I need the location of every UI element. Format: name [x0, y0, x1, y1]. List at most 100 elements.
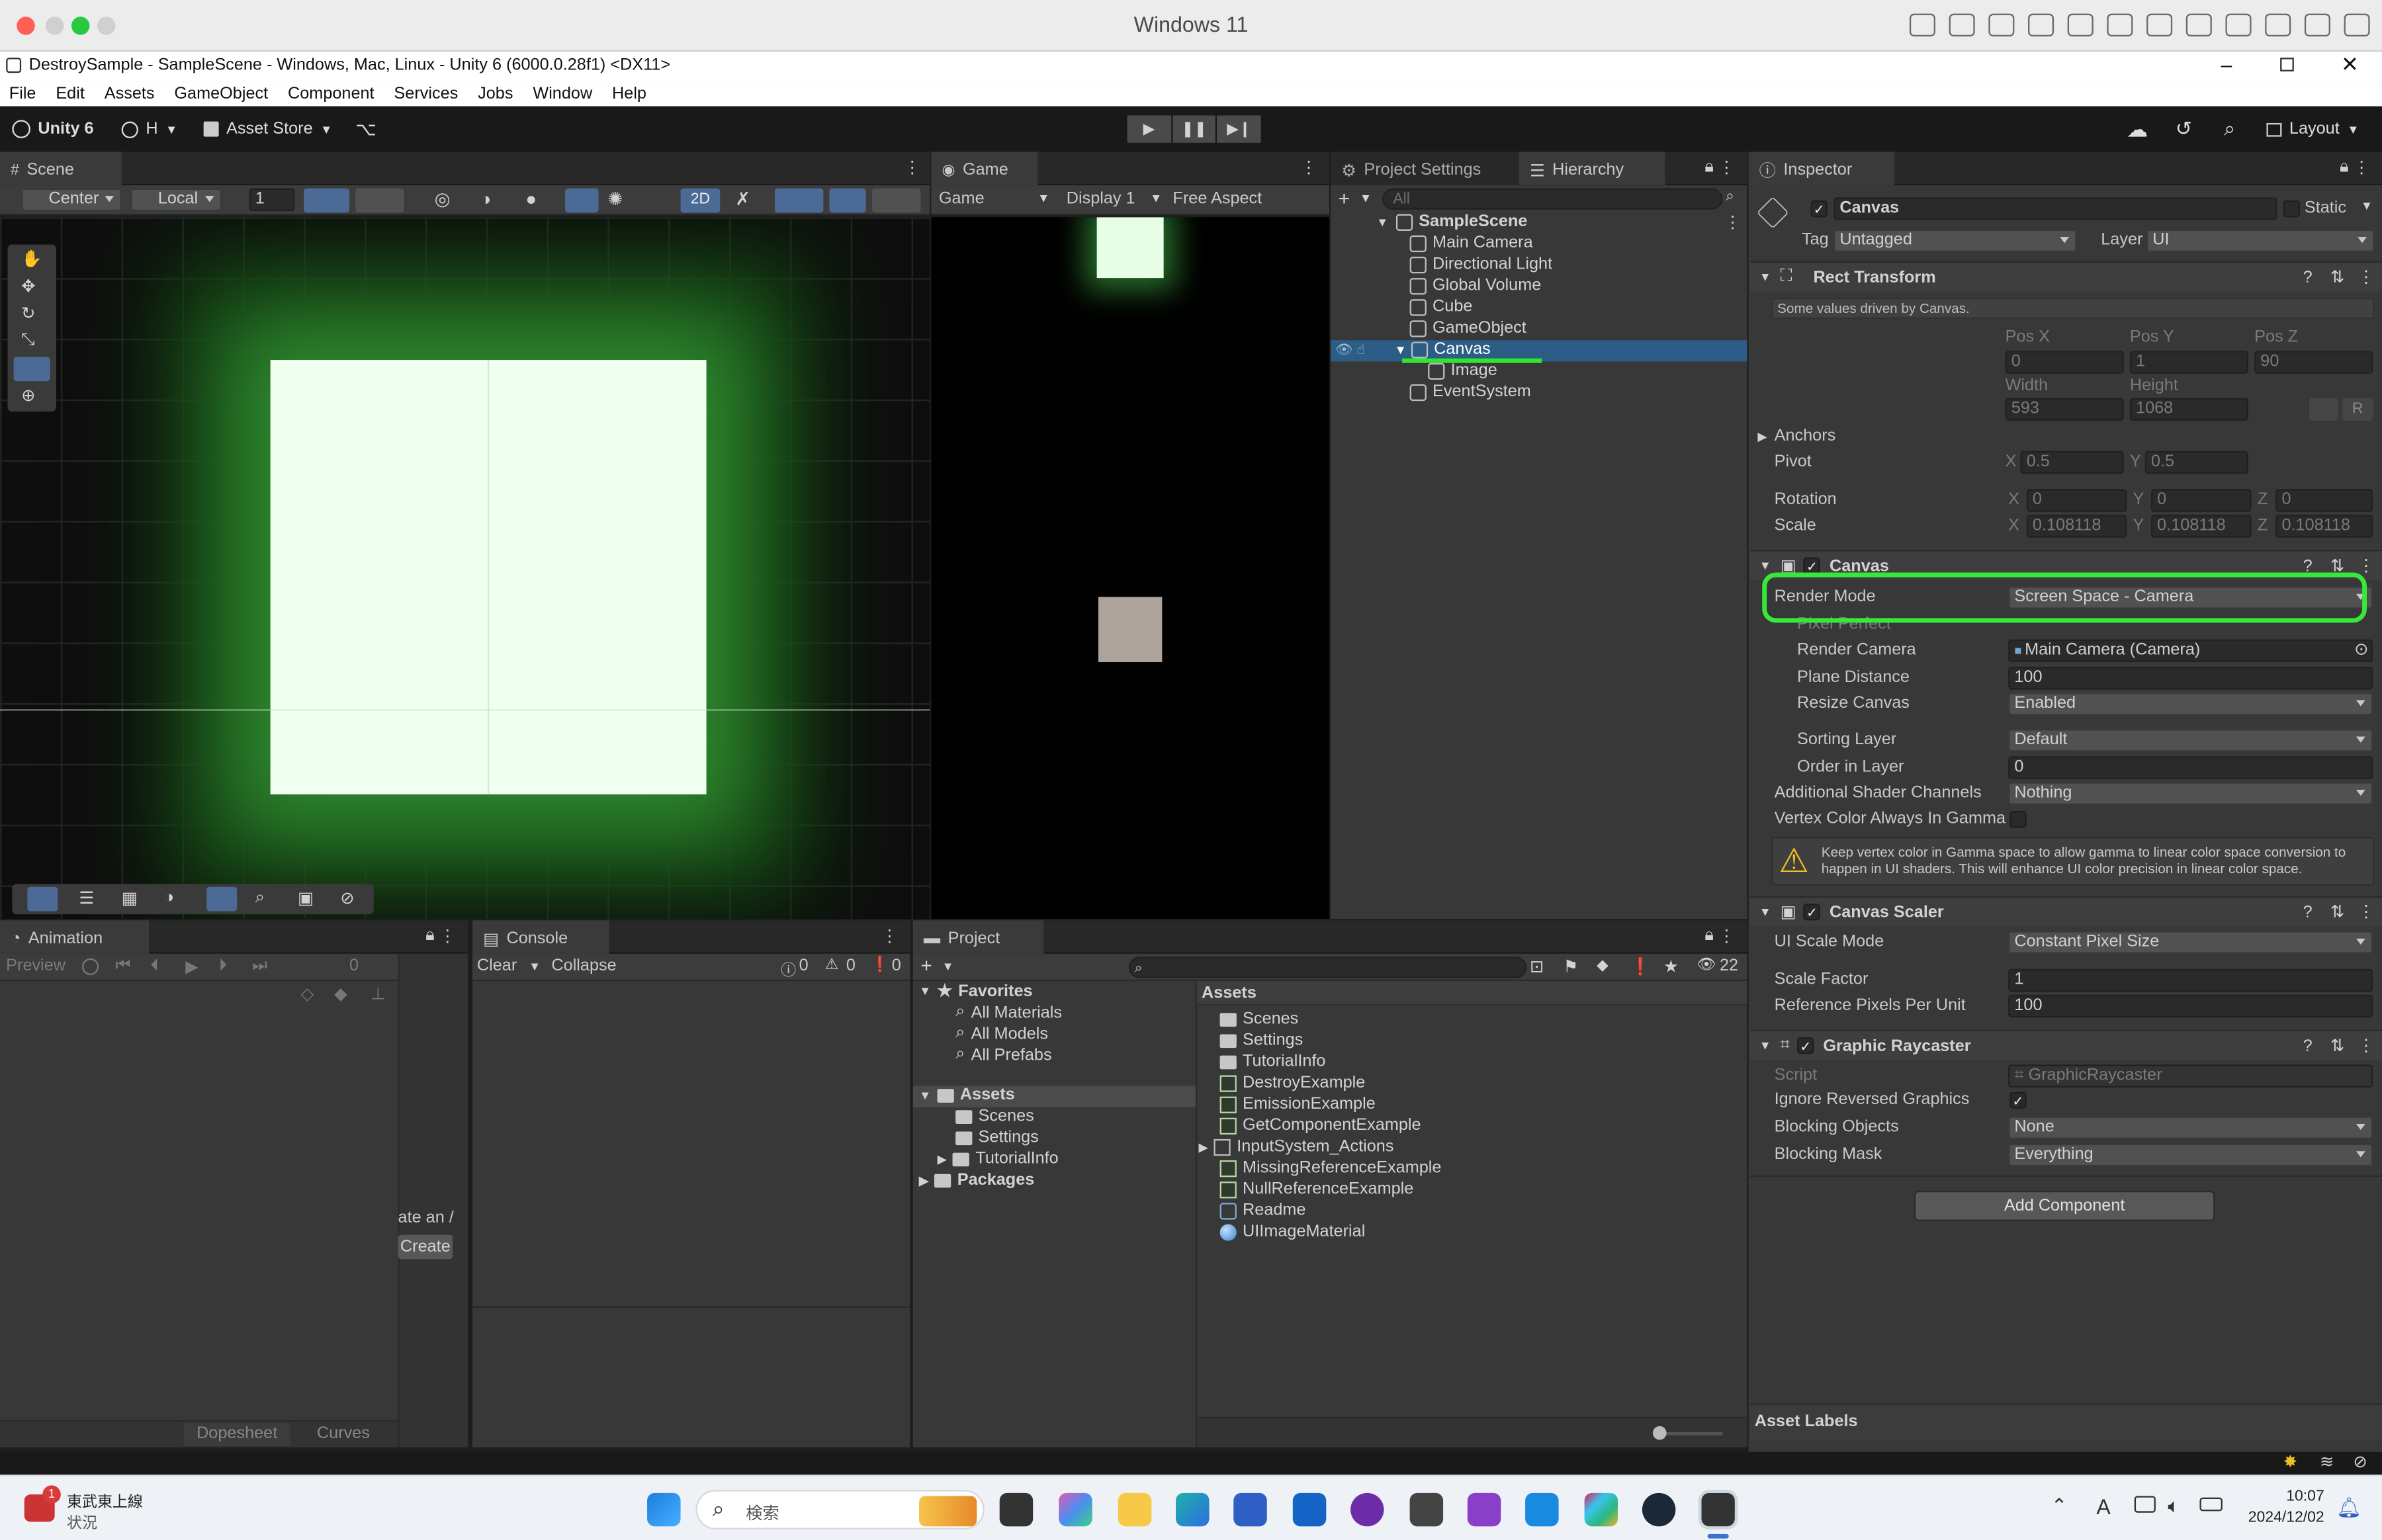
blueprint-button[interactable] — [2309, 398, 2338, 421]
tab-scene[interactable]: # Scene — [0, 151, 122, 186]
favorite-all-prefabs[interactable]: ⌕ All Prefabs — [955, 1045, 1052, 1065]
kebab-menu-icon[interactable]: ⋮ — [2353, 158, 2369, 178]
menu-component[interactable]: Component — [288, 85, 375, 104]
add-keyframe-icon[interactable]: ◇ — [301, 984, 314, 1004]
widget-title[interactable]: 東武東上線 — [67, 1488, 143, 1511]
tab-game[interactable]: ◉ Game — [931, 151, 1038, 186]
assets-folder-tutorialinfo[interactable]: ▶ TutorialInfo — [938, 1150, 1059, 1168]
lighting-toggle-icon[interactable]: ✗ — [735, 189, 750, 210]
hierarchy-item-eventsystem[interactable]: EventSystem — [1409, 383, 1531, 401]
hierarchy-item-global-volume[interactable]: Global Volume — [1409, 277, 1541, 294]
menu-gameobject[interactable]: GameObject — [174, 85, 268, 104]
file-explorer-icon[interactable] — [1118, 1492, 1152, 1527]
usb-icon[interactable] — [1988, 13, 2015, 37]
warning-count-icon[interactable]: ⚠ — [825, 957, 839, 973]
back-icon[interactable] — [2304, 13, 2330, 37]
assets-folder-settings[interactable]: Settings — [955, 1129, 1039, 1146]
step-button[interactable]: ▶❙ — [1217, 115, 1261, 143]
shader-channels-dropdown[interactable]: Nothing — [2008, 782, 2373, 805]
scale-tool-icon[interactable]: ⤡ — [21, 331, 34, 351]
ui-scale-mode-dropdown[interactable]: Constant Pixel Size — [2008, 931, 2373, 954]
favorite-icon[interactable]: ★ — [1663, 957, 1679, 977]
vscode-icon[interactable] — [1525, 1492, 1559, 1527]
space-dropdown[interactable]: Local — [130, 188, 222, 212]
hierarchy-item-cube[interactable]: Cube — [1409, 298, 1472, 316]
transform-tool-icon[interactable]: ⊕ — [21, 386, 35, 406]
info-count-icon[interactable]: ⓘ — [781, 957, 796, 980]
minimize-icon[interactable]: – — [2221, 53, 2232, 75]
hand-tool-icon[interactable]: ✋ — [21, 249, 42, 269]
audio-toggle[interactable] — [774, 188, 824, 213]
network-icon[interactable] — [2134, 1496, 2156, 1513]
menu-help[interactable]: Help — [612, 85, 646, 104]
unity-editor-taskbar-icon[interactable] — [1698, 1490, 1738, 1529]
kebab-menu-icon[interactable]: ⋮ — [904, 158, 920, 178]
presets-icon[interactable]: ⇅ — [2330, 902, 2344, 922]
close-icon[interactable]: ✕ — [2341, 52, 2359, 77]
menu-services[interactable]: Services — [394, 85, 458, 104]
store-icon[interactable] — [1233, 1492, 1267, 1527]
progress-icon[interactable]: ✸ — [2283, 1452, 2297, 1472]
tab-animation[interactable]: ◔ Animation — [0, 920, 149, 954]
ignore-reversed-checkbox[interactable]: ✓ — [2009, 1091, 2027, 1109]
asset-destroyexample[interactable]: DestroyExample — [1219, 1074, 1365, 1092]
packages-node[interactable]: ▶ Packages — [919, 1171, 1034, 1189]
display-dropdown[interactable]: Display 1 — [1067, 190, 1135, 208]
game-viewport[interactable] — [931, 217, 1329, 920]
chevron-right-icon[interactable]: ▶ — [1757, 430, 1767, 444]
project-search-input[interactable]: ⌕ — [1128, 957, 1527, 978]
tab-project-settings[interactable]: ⚙ Project Settings — [1331, 151, 1519, 186]
asset-settings[interactable]: Settings — [1219, 1031, 1303, 1049]
clock-time[interactable]: 10:07 — [2252, 1488, 2324, 1505]
printer-icon[interactable] — [2185, 13, 2212, 37]
notification-bell-icon[interactable]: 🔔︎ — [2336, 1496, 2361, 1520]
hierarchy-item-directional-light[interactable]: Directional Light — [1409, 255, 1552, 273]
slack-icon[interactable] — [1584, 1492, 1618, 1527]
asset-readme[interactable]: Readme — [1219, 1201, 1306, 1220]
object-picker-icon[interactable]: ⊙ — [2354, 641, 2368, 661]
asset-labels-bar[interactable]: Asset Labels — [1749, 1403, 2382, 1440]
search-by-type-icon[interactable]: ⊡ — [1530, 957, 1544, 977]
mic-icon[interactable] — [2146, 13, 2173, 37]
presets-icon[interactable]: ⇅ — [2330, 1036, 2344, 1056]
asset-getcomponentexample[interactable]: GetComponentExample — [1219, 1116, 1421, 1134]
scaler-enabled-checkbox[interactable]: ✓ — [1803, 904, 1821, 921]
component-menu-icon[interactable]: ⋮ — [2358, 267, 2374, 287]
plane-distance-input[interactable]: 100 — [2008, 666, 2373, 690]
chevron-down-icon[interactable]: ▼ — [2361, 199, 2373, 213]
hidden-packages-icon[interactable]: 👁︎ — [1697, 957, 1716, 973]
asset-missingreferenceexample[interactable]: MissingReferenceExample — [1219, 1159, 1441, 1177]
pause-button[interactable]: ❚❚ — [1172, 115, 1216, 143]
tab-hierarchy[interactable]: ☰ Hierarchy — [1519, 151, 1665, 186]
overlay-camera-icon[interactable]: ▣ — [298, 888, 314, 908]
asset-scenes[interactable]: Scenes — [1219, 1010, 1298, 1028]
ok-status-icon[interactable]: ⊘ — [2353, 1452, 2367, 1472]
tag-dropdown[interactable]: Untagged — [1833, 229, 2077, 253]
kebab-menu-icon[interactable]: ⋮ — [1718, 926, 1735, 947]
raw-edit-button[interactable]: R — [2342, 398, 2373, 421]
lock-icon[interactable]: 🔒︎ — [1704, 158, 1713, 178]
hierarchy-item-gameobject[interactable]: GameObject — [1409, 319, 1526, 337]
speaker-icon[interactable] — [2107, 13, 2133, 37]
share-icon[interactable] — [2265, 13, 2291, 37]
asset-uiimagematerial[interactable]: UIImageMaterial — [1219, 1222, 1365, 1241]
play-button[interactable]: ▶ — [1127, 115, 1171, 143]
layers-status-icon[interactable]: ≋ — [2320, 1452, 2334, 1472]
hierarchy-item-image[interactable]: Image — [1428, 361, 1497, 380]
asset-emissionexample[interactable]: EmissionExample — [1219, 1095, 1376, 1113]
rect-tool-icon[interactable] — [13, 357, 50, 382]
github-desktop-icon[interactable] — [1350, 1492, 1384, 1527]
first-frame-icon[interactable]: ⏮ — [115, 957, 130, 976]
scene-viewport[interactable]: ✋ ✥ ↻ ⤡ ⊕ ☰ ▦ ◑ ⌕ ▣ ⊘ — [0, 217, 930, 920]
favorite-all-models[interactable]: ⌕ All Models — [955, 1023, 1048, 1043]
create-clip-button[interactable]: Create — [398, 1234, 453, 1260]
layers-toggle[interactable] — [871, 188, 921, 213]
component-menu-icon[interactable]: ⋮ — [2358, 1036, 2374, 1056]
project-split-divider[interactable] — [1195, 981, 1198, 1447]
increment-snap-toggle[interactable] — [355, 188, 404, 213]
debug-draw-icon[interactable]: ✺ — [607, 189, 623, 210]
taskbar-search-box[interactable]: ⌕ 検索 — [695, 1490, 985, 1529]
outlook-icon[interactable] — [1292, 1492, 1327, 1527]
order-in-layer-input[interactable]: 0 — [2008, 756, 2373, 779]
canvas-scaler-header[interactable]: ▼ ▣ ✓ Canvas Scaler ? ⇅ ⋮ — [1749, 896, 2382, 927]
